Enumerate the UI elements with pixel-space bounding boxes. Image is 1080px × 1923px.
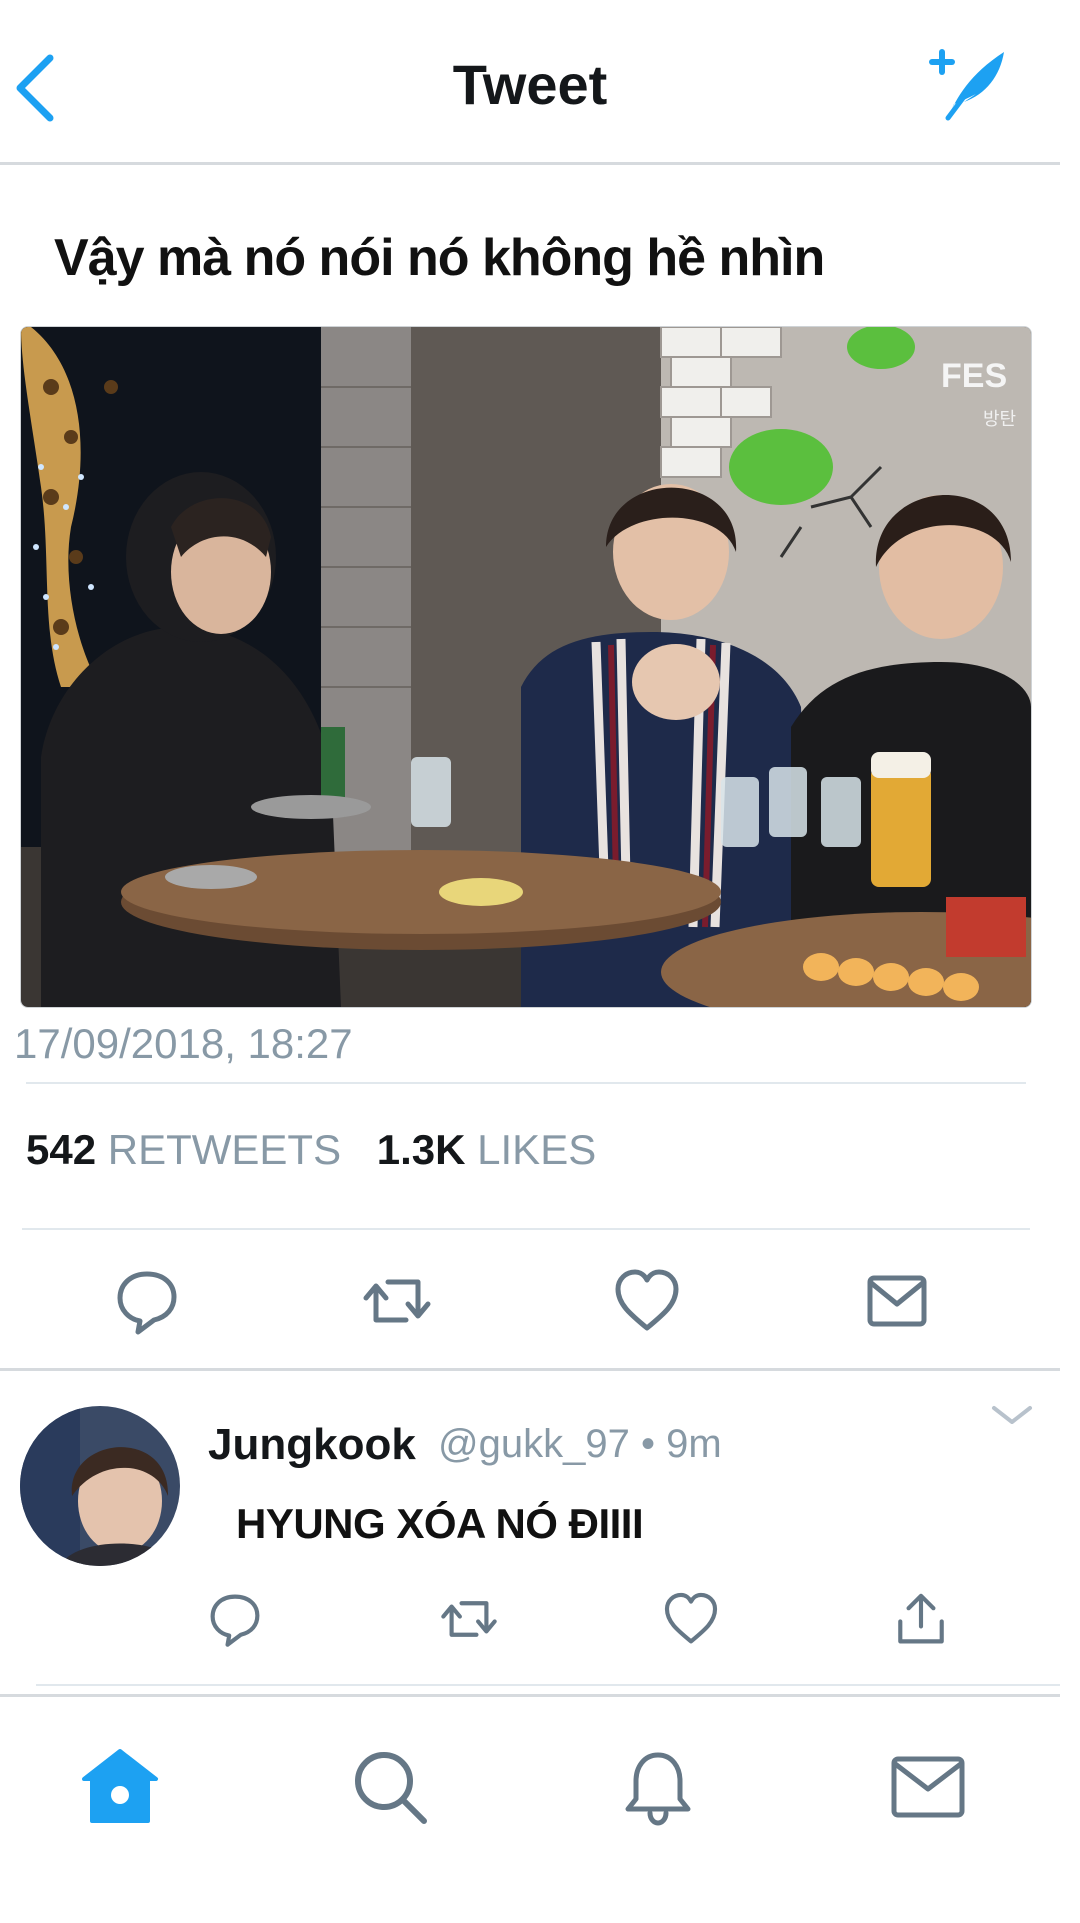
reply-options-button[interactable] [988,1396,1036,1436]
reply-retweet-button[interactable] [440,1590,498,1648]
page-title: Tweet [452,53,608,116]
tweet-timestamp: 17/09/2018, 18:27 [14,1020,353,1067]
heart-icon [664,1592,718,1644]
divider [22,1228,1030,1230]
reply-handle-time[interactable]: @gukk_97 • 9m [438,1422,722,1467]
avatar-image [20,1406,180,1566]
direct-message-button[interactable] [862,1266,932,1336]
likes-count[interactable]: 1.3K [377,1126,466,1173]
reply-reply-button[interactable] [206,1590,264,1648]
search-icon [355,1752,427,1824]
reply-share-button[interactable] [892,1590,950,1648]
tab-notifications[interactable] [616,1745,700,1829]
tweet-text: Vậy mà nó nói nó không hề nhìn [54,229,825,287]
retweet-icon [363,1279,431,1323]
bottom-tab-bar [0,1694,1060,1923]
compose-tweet-button[interactable] [918,42,1010,124]
divider [26,1082,1026,1084]
divider [36,1684,1060,1686]
media-overlay-text: FES [941,357,1007,395]
reply-text: HYUNG XÓA NÓ ĐIIII [236,1500,644,1547]
video-still-illustration: FES 방탄 [21,327,1031,1007]
heart-icon [615,1269,679,1331]
likes-label[interactable]: LIKES [477,1126,596,1173]
compose-feather-icon [929,49,1004,121]
media-overlay-subtext: 방탄 [983,409,1016,430]
section-divider [0,1368,1060,1371]
chevron-down-icon [992,1406,1032,1424]
top-navigation-bar: Tweet [0,0,1060,165]
share-icon [898,1593,944,1644]
tweet-media-image[interactable]: FES 방탄 [20,326,1032,1008]
home-icon [82,1749,158,1823]
retweets-label[interactable]: RETWEETS [108,1126,341,1173]
tab-messages[interactable] [886,1745,970,1829]
retweet-icon [441,1601,497,1637]
reply-icon [117,1271,177,1335]
tweet-stats: 542 RETWEETS 1.3K LIKES [26,1126,620,1174]
bell-icon [625,1752,691,1826]
mail-icon [891,1756,965,1818]
avatar[interactable] [20,1406,180,1566]
like-button[interactable] [612,1266,682,1336]
retweet-button[interactable] [362,1266,432,1336]
mail-icon [867,1275,927,1327]
reply-button[interactable] [112,1266,182,1336]
reply-author-name[interactable]: Jungkook [208,1420,416,1470]
reply-like-button[interactable] [662,1590,720,1648]
retweets-count[interactable]: 542 [26,1126,96,1173]
tab-home[interactable] [78,1745,162,1829]
reply-icon [210,1594,260,1647]
tab-search[interactable] [348,1745,432,1829]
